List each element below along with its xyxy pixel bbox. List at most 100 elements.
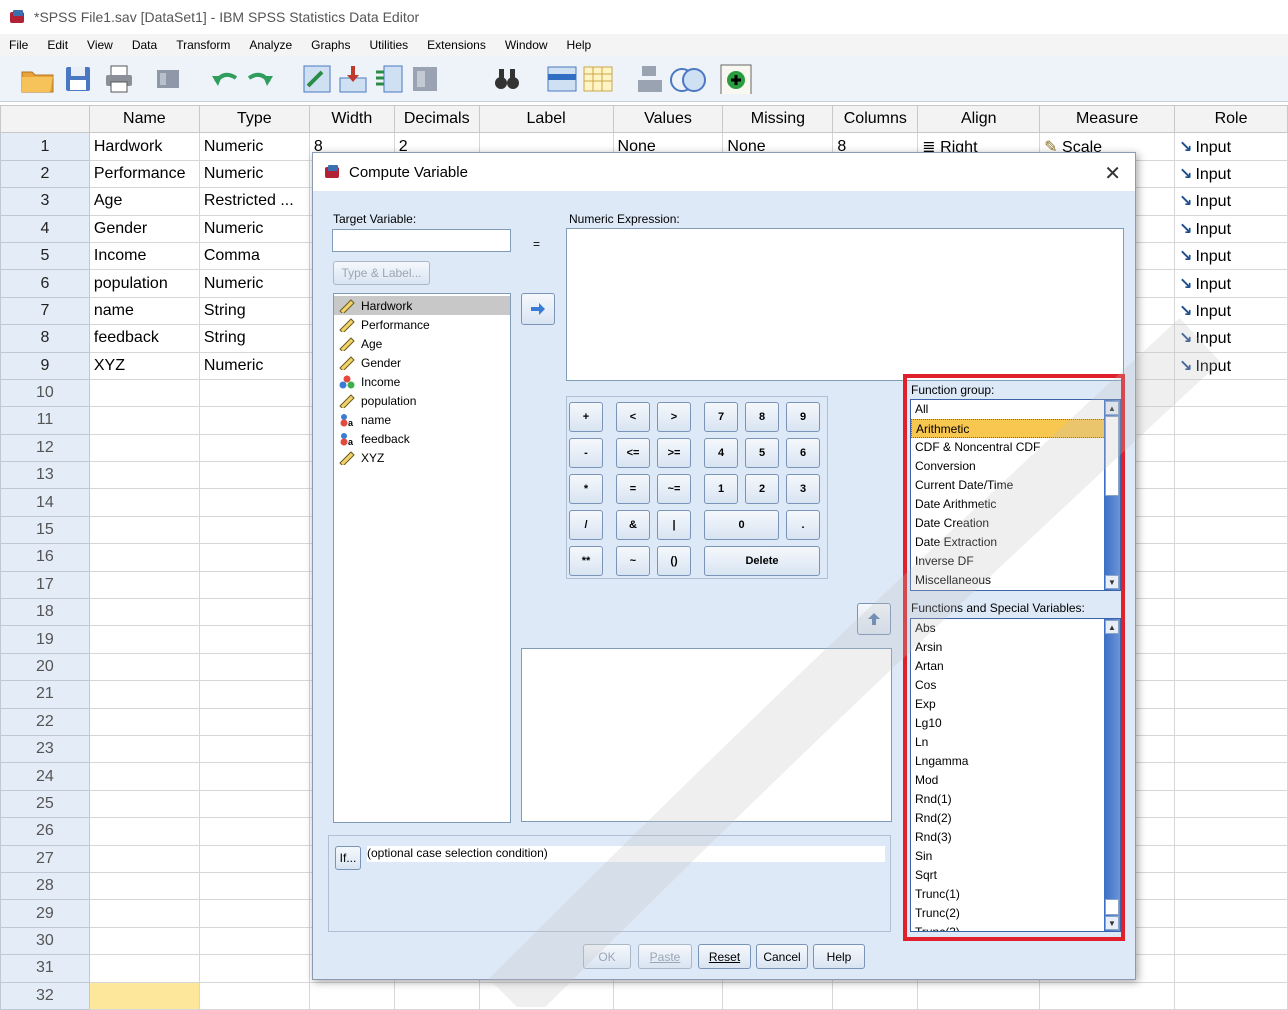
key-minus[interactable]: -	[569, 438, 603, 468]
reset-button[interactable]: Reset	[698, 944, 751, 969]
cell-role[interactable]: ↘ Input	[1174, 351, 1288, 380]
cell-row-number[interactable]: 29	[0, 899, 90, 928]
list-item[interactable]: Lg10	[911, 714, 1120, 733]
menu-view[interactable]: View	[78, 38, 123, 52]
cell-role[interactable]: ↘ Input	[1174, 269, 1288, 298]
cell-name[interactable]: Hardwork	[88, 132, 200, 161]
cell-empty[interactable]	[1174, 652, 1288, 682]
menu-data[interactable]: Data	[123, 38, 167, 52]
cell-empty[interactable]	[198, 899, 310, 928]
cell-row-number[interactable]: 3	[0, 187, 90, 216]
print-icon[interactable]	[104, 64, 134, 94]
list-item[interactable]: Hardwork	[334, 296, 510, 315]
key-4[interactable]: 4	[704, 438, 738, 468]
save-icon[interactable]	[64, 64, 94, 94]
cell-empty[interactable]	[198, 762, 310, 791]
menu-help[interactable]: Help	[558, 38, 602, 52]
cell-empty[interactable]	[198, 981, 310, 1010]
cell-empty[interactable]	[1174, 433, 1288, 463]
col-header-width[interactable]: Width	[308, 104, 395, 134]
menu-file[interactable]: File	[0, 38, 38, 52]
cell-empty[interactable]	[198, 817, 310, 846]
key-not[interactable]: ~	[616, 546, 650, 576]
cell-empty[interactable]	[88, 871, 200, 901]
cell-empty[interactable]	[1174, 899, 1288, 928]
list-item[interactable]: Sqrt	[911, 866, 1120, 885]
cell-empty[interactable]	[1174, 734, 1288, 764]
split-file-icon[interactable]	[636, 64, 666, 94]
cell-empty[interactable]	[88, 981, 200, 1010]
key-8[interactable]: 8	[745, 402, 779, 432]
cell-empty[interactable]	[88, 762, 200, 791]
list-item[interactable]: Miscellaneous	[911, 571, 1120, 590]
cell-empty[interactable]	[832, 981, 919, 1010]
scrollbar[interactable]: ▲ ▼	[1104, 400, 1120, 590]
key-decimal[interactable]: .	[786, 510, 820, 540]
cell-row-number[interactable]: 21	[0, 680, 90, 709]
cell-empty[interactable]	[198, 433, 310, 463]
cell-empty[interactable]	[308, 981, 395, 1010]
key-divide[interactable]: /	[569, 510, 603, 540]
col-header-values[interactable]: Values	[612, 104, 724, 134]
cell-type[interactable]: Numeric	[198, 269, 310, 298]
menu-window[interactable]: Window	[496, 38, 558, 52]
key-7[interactable]: 7	[704, 402, 738, 432]
list-item[interactable]: Date Arithmetic	[911, 495, 1120, 514]
cell-row-number[interactable]: 25	[0, 789, 90, 819]
find-binoculars-icon[interactable]	[492, 64, 522, 94]
col-header-measure[interactable]: Measure	[1039, 104, 1176, 134]
cell-role[interactable]: ↘ Input	[1174, 159, 1288, 189]
list-item[interactable]: Rnd(2)	[911, 809, 1120, 828]
type-and-label-button[interactable]: Type & Label...	[333, 261, 430, 285]
close-icon[interactable]: ✕	[1104, 161, 1121, 186]
cell-empty[interactable]	[198, 954, 310, 983]
cell-row-number[interactable]: 9	[0, 351, 90, 380]
cell-empty[interactable]	[393, 981, 480, 1010]
key-2[interactable]: 2	[745, 474, 779, 504]
list-item[interactable]: Performance	[334, 315, 510, 334]
list-item[interactable]: population	[334, 391, 510, 410]
cell-empty[interactable]	[88, 954, 200, 983]
list-item[interactable]: Gender	[334, 353, 510, 372]
key-multiply[interactable]: *	[569, 474, 603, 504]
cell-empty[interactable]	[88, 844, 200, 873]
cell-row-number[interactable]: 32	[0, 981, 90, 1010]
cell-row-number[interactable]: 4	[0, 214, 90, 243]
redo-icon[interactable]	[245, 64, 275, 94]
list-item[interactable]: Sin	[911, 847, 1120, 866]
menu-analyze[interactable]: Analyze	[240, 38, 302, 52]
cell-empty[interactable]	[88, 899, 200, 928]
cell-empty[interactable]	[88, 488, 200, 517]
cell-name[interactable]: Gender	[88, 214, 200, 243]
menu-extensions[interactable]: Extensions	[418, 38, 496, 52]
cell-empty[interactable]	[198, 378, 310, 408]
scroll-thumb[interactable]	[1105, 899, 1119, 915]
key-6[interactable]: 6	[786, 438, 820, 468]
cell-row-number[interactable]: 30	[0, 926, 90, 956]
list-item[interactable]: Cos	[911, 676, 1120, 695]
list-item[interactable]: Trunc(2)	[911, 904, 1120, 923]
cell-type[interactable]: String	[198, 296, 310, 326]
cell-row-number[interactable]: 15	[0, 515, 90, 545]
cell-row-number[interactable]: 19	[0, 625, 90, 654]
cell-empty[interactable]	[198, 543, 310, 572]
cell-name[interactable]: feedback	[88, 324, 200, 353]
target-variable-input[interactable]	[332, 229, 511, 252]
functions-list[interactable]: Abs Arsin Artan Cos Exp Lg10 Ln Lngamma Mod Rnd(1…	[910, 618, 1121, 932]
cell-empty[interactable]	[198, 844, 310, 873]
function-group-list[interactable]: All Arithmetic CDF & Noncentral CDF Convers…	[910, 399, 1121, 591]
cell-row-number[interactable]: 28	[0, 871, 90, 901]
cell-row-number[interactable]: 13	[0, 461, 90, 490]
scroll-up-icon[interactable]: ▲	[1105, 401, 1119, 415]
cell-row-number[interactable]: 6	[0, 269, 90, 298]
cell-row-number[interactable]: 10	[0, 378, 90, 408]
cell-row-number[interactable]: 11	[0, 406, 90, 435]
cell-empty[interactable]	[722, 981, 834, 1010]
menu-utilities[interactable]: Utilities	[360, 38, 418, 52]
cell-row-number[interactable]: 12	[0, 433, 90, 463]
cell-empty[interactable]	[88, 734, 200, 764]
custom-dialog-plus-icon[interactable]	[720, 64, 752, 94]
cell-empty[interactable]	[198, 734, 310, 764]
list-item[interactable]: Ln	[911, 733, 1120, 752]
cell-empty[interactable]	[478, 981, 614, 1010]
